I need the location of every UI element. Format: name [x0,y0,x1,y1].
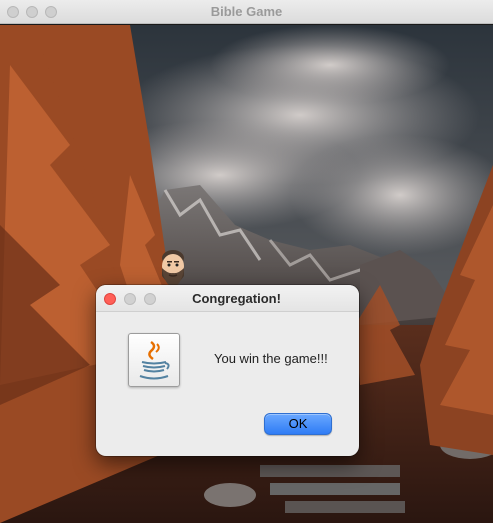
java-cup-icon [128,333,180,387]
window-titlebar: Bible Game [0,0,493,24]
dialog-message: You win the game!!! [214,351,328,366]
dialog-title: Congregation! [192,291,281,306]
dialog-titlebar[interactable]: Congregation! [96,285,359,312]
window-title: Bible Game [210,4,283,19]
win-dialog: Congregation! You win the game!!! OK [96,285,359,456]
ok-button[interactable]: OK [264,413,332,435]
app-window: Bible Game Congregation! You win the gam… [0,0,493,523]
